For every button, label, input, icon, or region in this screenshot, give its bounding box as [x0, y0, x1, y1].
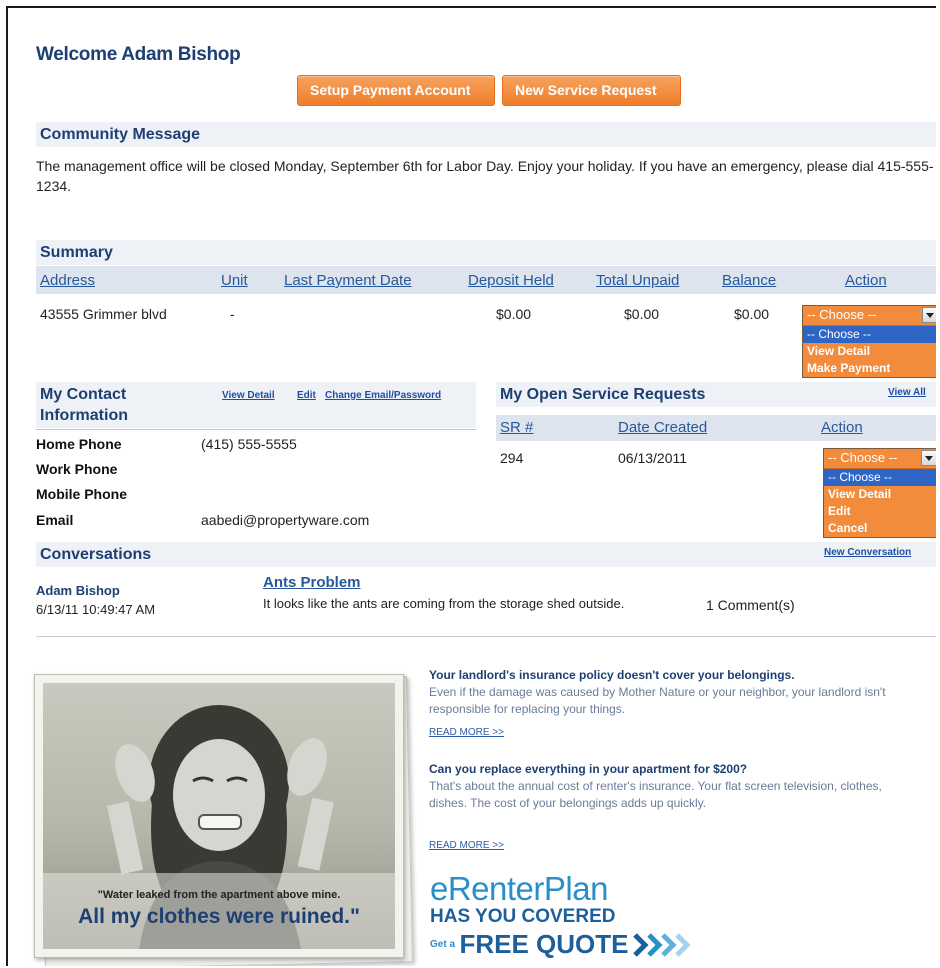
- sr-number: 294: [500, 450, 524, 466]
- contact-view-detail-link[interactable]: View Detail: [222, 390, 275, 401]
- sr-option-choose[interactable]: -- Choose --: [824, 469, 936, 486]
- contact-rule: [36, 429, 476, 430]
- free-quote-label: FREE QUOTE: [459, 929, 629, 959]
- ad-photo-card: "Water leaked from the apartment above m…: [34, 674, 404, 958]
- ad-photo: "Water leaked from the apartment above m…: [43, 683, 395, 949]
- conversation-body: It looks like the ants are coming from t…: [263, 596, 625, 611]
- col-last-payment-date[interactable]: Last Payment Date: [284, 272, 412, 289]
- summary-unit: -: [230, 306, 235, 322]
- col-sr-action[interactable]: Action: [821, 419, 863, 436]
- sr-action-dropdown[interactable]: -- Choose -- -- Choose -- View Detail Ed…: [823, 448, 936, 538]
- summary-address: 43555 Grimmer blvd: [40, 306, 167, 322]
- sr-table-header-row: [496, 415, 936, 441]
- ad-block2-heading: Can you replace everything in your apart…: [429, 762, 748, 776]
- conversation-timestamp: 6/13/11 10:49:47 AM: [36, 602, 156, 617]
- home-phone-value: (415) 555-5555: [201, 436, 297, 452]
- email-label: Email: [36, 512, 74, 528]
- col-unit[interactable]: Unit: [221, 272, 248, 289]
- sr-option-edit[interactable]: Edit: [824, 503, 936, 520]
- email-value: aabedi@propertyware.com: [201, 512, 370, 528]
- ad-read-more-link-1[interactable]: READ MORE >>: [429, 727, 504, 738]
- col-deposit-held[interactable]: Deposit Held: [468, 272, 554, 289]
- view-all-link[interactable]: View All: [888, 387, 926, 398]
- community-message-text: The management office will be closed Mon…: [36, 158, 934, 194]
- new-conversation-link[interactable]: New Conversation: [824, 547, 911, 558]
- chevrons-right-icon: [633, 932, 691, 957]
- free-quote-cta[interactable]: Get a FREE QUOTE: [430, 929, 691, 960]
- sr-date-created: 06/13/2011: [618, 450, 688, 466]
- ad-block1-heading: Your landlord's insurance policy doesn't…: [429, 668, 795, 682]
- conversations-header: Conversations: [36, 542, 936, 567]
- col-address[interactable]: Address: [40, 272, 95, 289]
- sr-action-select[interactable]: -- Choose --: [824, 449, 936, 468]
- conversations-rule: [36, 636, 936, 637]
- summary-action-dropdown[interactable]: -- Choose -- -- Choose -- View Detail Ma…: [802, 305, 936, 378]
- home-phone-label: Home Phone: [36, 436, 122, 452]
- summary-option-view-detail[interactable]: View Detail: [803, 343, 936, 360]
- page-frame: Welcome Adam Bishop Setup Payment Accoun…: [6, 6, 936, 966]
- sr-option-view-detail[interactable]: View Detail: [824, 486, 936, 503]
- ad-photo-quote-big: All my clothes were ruined.": [78, 905, 360, 928]
- free-quote-prefix: Get a: [430, 939, 456, 950]
- col-total-unpaid[interactable]: Total Unpaid: [596, 272, 679, 289]
- chevron-down-icon[interactable]: [922, 307, 936, 323]
- conversation-comments: 1 Comment(s): [706, 597, 795, 613]
- ad-photo-quote-top: "Water leaked from the apartment above m…: [97, 889, 341, 901]
- community-message-header: Community Message: [36, 122, 936, 147]
- conversation-subject-link[interactable]: Ants Problem: [263, 574, 361, 591]
- summary-option-choose[interactable]: -- Choose --: [803, 326, 936, 343]
- col-sr-number[interactable]: SR #: [500, 419, 533, 436]
- summary-option-make-payment[interactable]: Make Payment: [803, 360, 936, 377]
- summary-deposit: $0.00: [496, 306, 532, 322]
- ad-tagline: HAS YOU COVERED: [430, 906, 616, 927]
- summary-action-select[interactable]: -- Choose --: [803, 306, 936, 325]
- summary-header: Summary: [36, 240, 936, 265]
- ad-block1-body: Even if the damage was caused by Mother …: [429, 685, 886, 716]
- conversation-author: Adam Bishop: [36, 583, 120, 598]
- summary-unpaid: $0.00: [624, 306, 660, 322]
- col-action[interactable]: Action: [845, 272, 887, 289]
- ad-read-more-link-2[interactable]: READ MORE >>: [429, 840, 504, 851]
- ad-block2-body: That's about the annual cost of renter's…: [429, 779, 882, 810]
- setup-payment-account-button[interactable]: Setup Payment Account: [297, 75, 495, 106]
- mobile-phone-label: Mobile Phone: [36, 486, 127, 502]
- welcome-heading: Welcome Adam Bishop: [36, 44, 241, 65]
- contact-edit-link[interactable]: Edit: [297, 390, 316, 401]
- work-phone-label: Work Phone: [36, 461, 118, 477]
- contact-info-title: My Contact Information: [40, 386, 128, 424]
- chevron-down-icon[interactable]: [921, 450, 936, 466]
- sr-option-cancel[interactable]: Cancel: [824, 520, 936, 537]
- open-service-requests-header: My Open Service Requests: [496, 382, 936, 407]
- col-date-created[interactable]: Date Created: [618, 419, 707, 436]
- col-balance[interactable]: Balance: [722, 272, 776, 289]
- change-email-password-link[interactable]: Change Email/Password: [325, 390, 441, 401]
- summary-balance: $0.00: [734, 306, 770, 322]
- erenterplan-logo: eRenterPlan: [430, 870, 608, 907]
- new-service-request-button[interactable]: New Service Request: [502, 75, 681, 106]
